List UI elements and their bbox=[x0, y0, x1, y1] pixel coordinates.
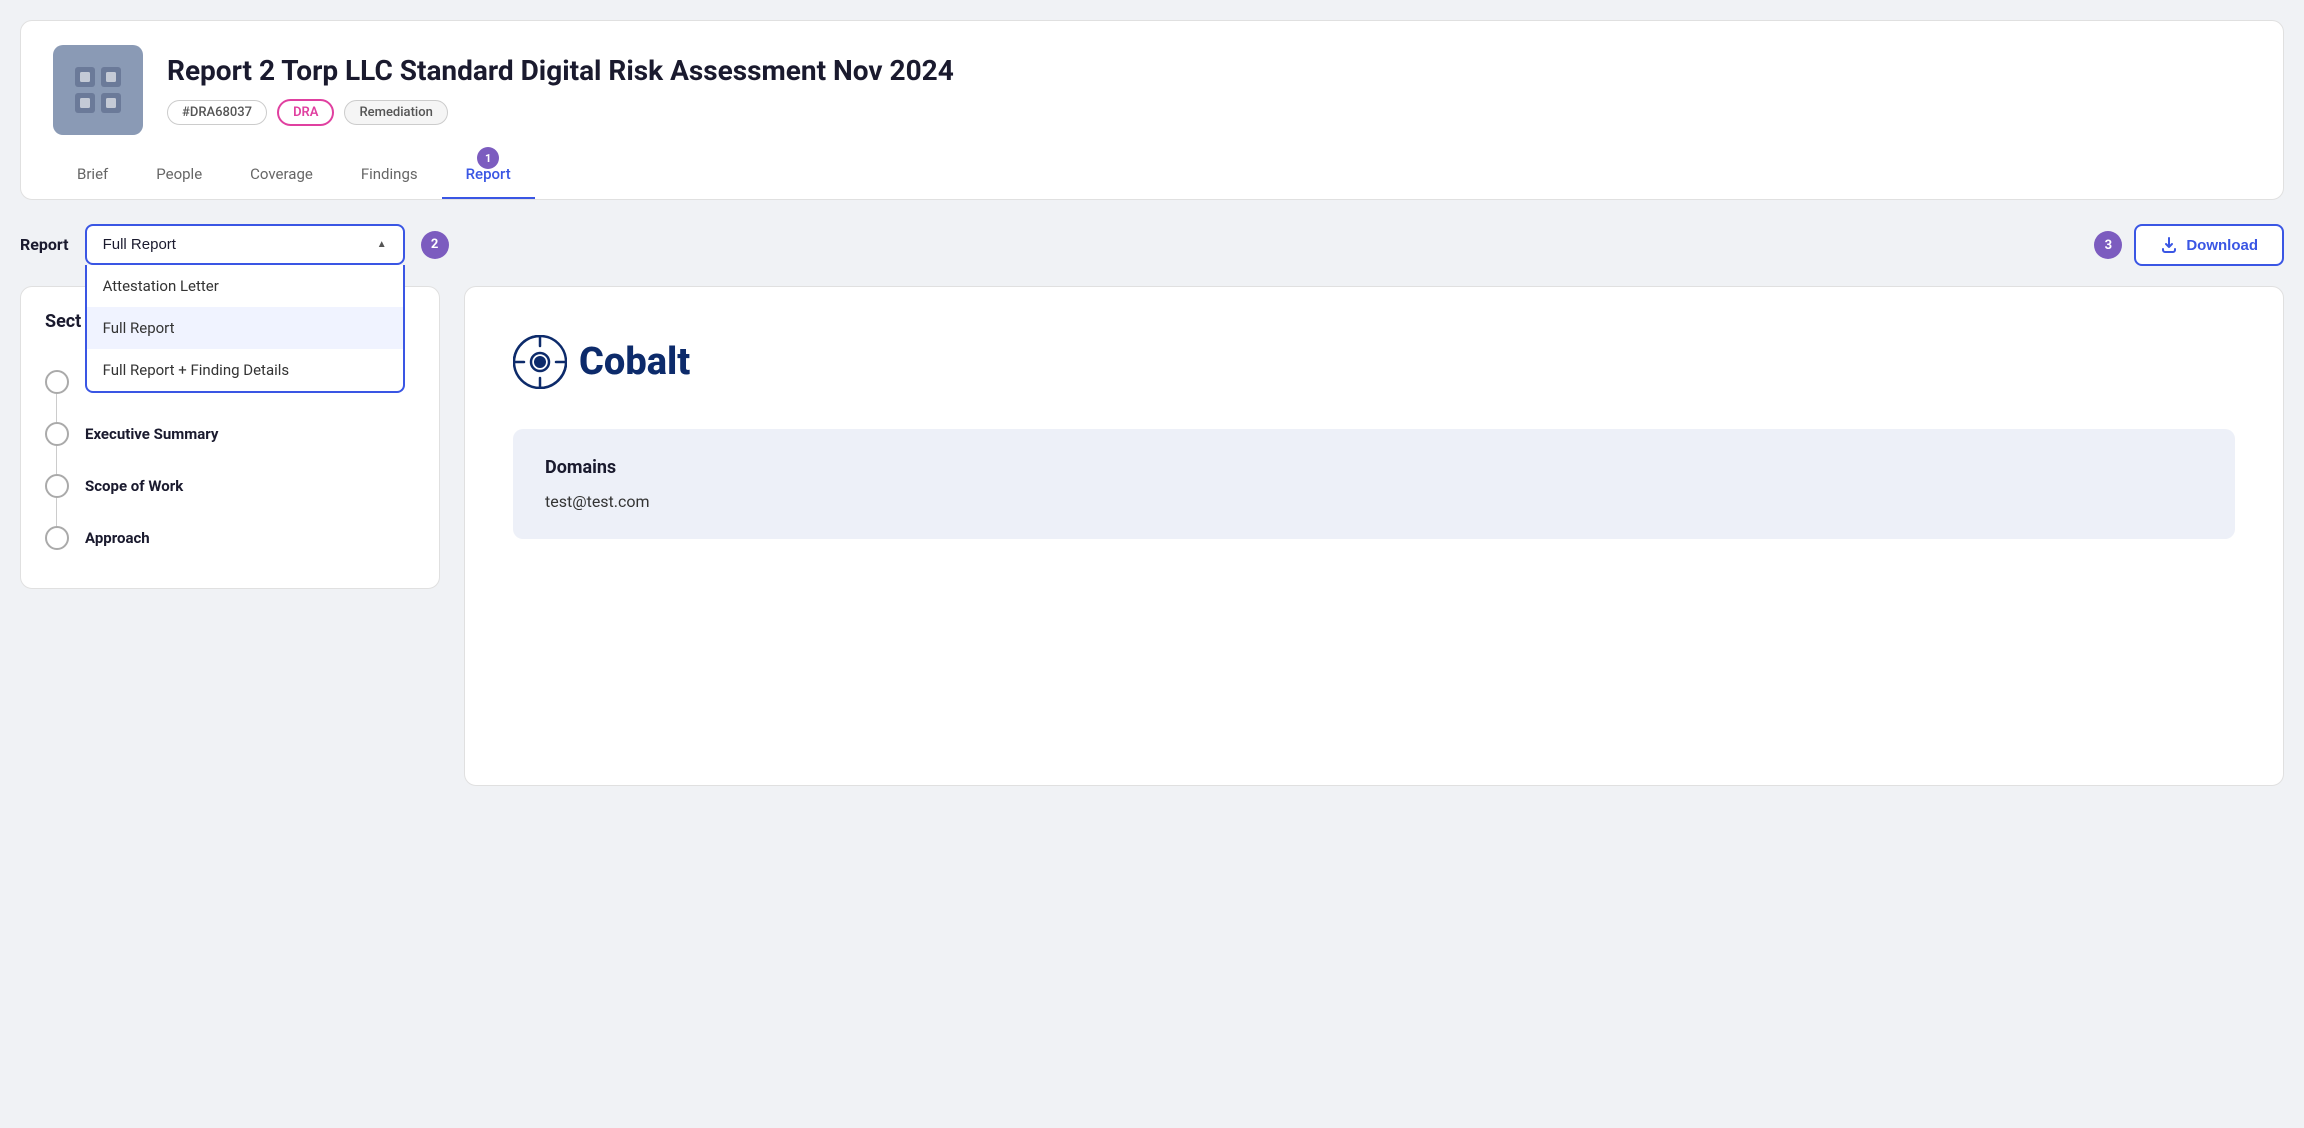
domains-section: Domains test@test.com bbox=[513, 429, 2235, 539]
controls-left: Report Full Report ▲ Attestation Letter … bbox=[20, 224, 449, 265]
cobalt-brand-icon bbox=[513, 335, 567, 389]
dropdown-item-full[interactable]: Full Report bbox=[87, 307, 403, 349]
report-preview-card: Cobalt Domains test@test.com bbox=[464, 286, 2284, 786]
section-name-scope[interactable]: Scope of Work bbox=[85, 477, 183, 495]
step-3-badge: 3 bbox=[2094, 231, 2122, 259]
company-logo bbox=[53, 45, 143, 135]
section-dot-title bbox=[45, 370, 69, 394]
tab-findings[interactable]: Findings bbox=[337, 151, 442, 199]
step-2-badge: 2 bbox=[421, 231, 449, 259]
right-panel: Cobalt Domains test@test.com bbox=[464, 286, 2284, 786]
controls-right: 3 Download bbox=[2094, 224, 2284, 266]
badges: #DRA68037 DRA Remediation bbox=[167, 99, 2251, 126]
domains-title: Domains bbox=[545, 457, 2203, 478]
badge-remediation: Remediation bbox=[344, 100, 447, 125]
section-dot-executive bbox=[45, 422, 69, 446]
badge-id: #DRA68037 bbox=[167, 100, 267, 125]
section-dot-scope bbox=[45, 474, 69, 498]
cobalt-brand-text: Cobalt bbox=[579, 340, 690, 384]
domain-value: test@test.com bbox=[545, 492, 2203, 511]
report-notification-badge: 1 bbox=[477, 147, 499, 169]
header-info: Report 2 Torp LLC Standard Digital Risk … bbox=[167, 54, 2251, 127]
report-label: Report bbox=[20, 235, 69, 254]
controls-row: Report Full Report ▲ Attestation Letter … bbox=[20, 224, 2284, 266]
download-icon bbox=[2160, 236, 2178, 254]
tab-brief[interactable]: Brief bbox=[53, 151, 132, 199]
section-dot-approach bbox=[45, 526, 69, 550]
cobalt-logo: Cobalt bbox=[513, 335, 2235, 389]
dropdown-arrow-icon: ▲ bbox=[377, 239, 387, 250]
section-item-scope: Scope of Work bbox=[45, 460, 415, 512]
tab-people[interactable]: People bbox=[132, 151, 226, 199]
section-item-executive-summary: Executive Summary bbox=[45, 408, 415, 460]
dropdown-item-full-findings[interactable]: Full Report + Finding Details bbox=[87, 349, 403, 391]
report-select-button[interactable]: Full Report ▲ bbox=[85, 224, 405, 265]
report-select-container: Full Report ▲ Attestation Letter Full Re… bbox=[85, 224, 405, 265]
dropdown-item-attestation[interactable]: Attestation Letter bbox=[87, 265, 403, 307]
tab-coverage[interactable]: Coverage bbox=[226, 151, 337, 199]
report-dropdown-menu: Attestation Letter Full Report Full Repo… bbox=[85, 265, 405, 393]
header-card: Report 2 Torp LLC Standard Digital Risk … bbox=[20, 20, 2284, 200]
section-item-approach: Approach bbox=[45, 512, 415, 564]
download-button[interactable]: Download bbox=[2134, 224, 2284, 266]
tab-report[interactable]: 1 Report bbox=[442, 151, 535, 199]
nav-tabs: Brief People Coverage Findings 1 Report bbox=[53, 151, 2251, 199]
section-name-approach[interactable]: Approach bbox=[85, 529, 150, 547]
report-title: Report 2 Torp LLC Standard Digital Risk … bbox=[167, 54, 2251, 88]
section-name-executive[interactable]: Executive Summary bbox=[85, 425, 218, 443]
badge-dra: DRA bbox=[277, 99, 334, 126]
